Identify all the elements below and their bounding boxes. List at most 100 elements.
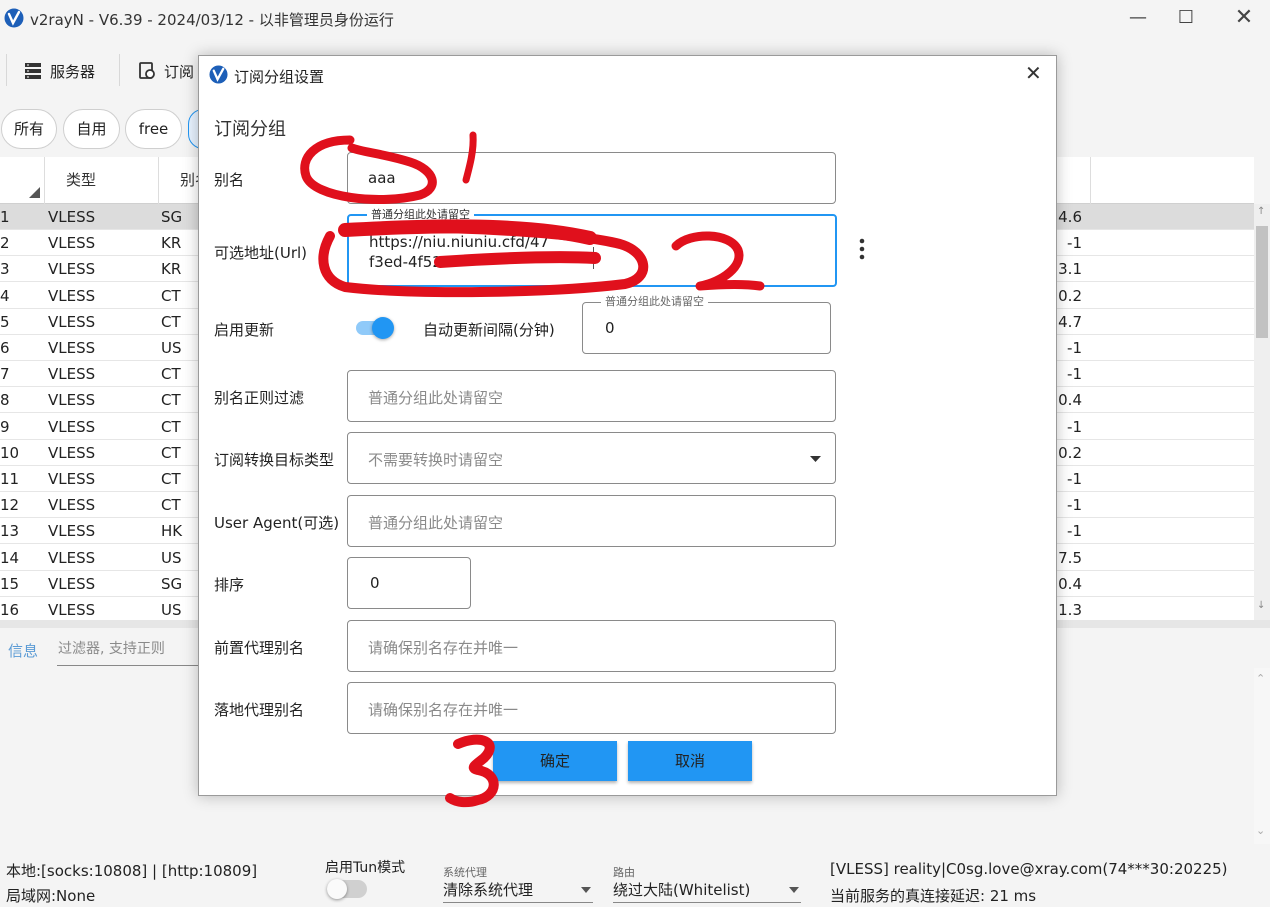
next-proxy-placeholder: 请确保别名存在并唯一 — [368, 701, 519, 719]
row-alias: CT — [161, 470, 181, 488]
row-index: 5 — [0, 312, 10, 331]
chevron-down-icon — [810, 456, 821, 462]
log-scroll-down-icon[interactable]: ⌄ — [1256, 824, 1265, 837]
scroll-up-icon[interactable]: ↑ — [1257, 206, 1265, 217]
row-delay: 0.2 — [1058, 443, 1082, 462]
header-divider — [1090, 157, 1091, 204]
auto-update-toggle[interactable] — [356, 317, 394, 339]
row-alias: CT — [161, 391, 181, 410]
ok-button[interactable]: 确定 — [493, 741, 617, 781]
dialog-close-icon[interactable]: ✕ — [1025, 61, 1042, 85]
info-tab[interactable]: 信息 — [8, 640, 38, 661]
local-ports-text: 本地:[socks:10808] | [http:10809] — [6, 862, 258, 880]
system-proxy-select[interactable]: 清除系统代理 — [443, 877, 593, 903]
row-alias: SG — [161, 208, 183, 226]
row-index: 16 — [0, 601, 20, 619]
row-type: VLESS — [48, 312, 96, 331]
cancel-button[interactable]: 取消 — [628, 741, 752, 781]
row-delay: -1 — [1067, 417, 1082, 436]
row-type: VLESS — [48, 417, 96, 436]
status-bar: 本地:[socks:10808] | [http:10809] 局域网:None… — [0, 850, 1270, 907]
auto-update-label: 启用更新 — [214, 321, 275, 339]
row-index: 4 — [0, 286, 10, 305]
header-type[interactable]: 类型 — [66, 157, 96, 203]
row-alias: HK — [161, 522, 183, 541]
next-proxy-label: 落地代理别名 — [214, 701, 305, 719]
row-alias: SG — [161, 574, 183, 593]
header-divider — [44, 157, 45, 204]
next-proxy-input[interactable]: 请确保别名存在并唯一 — [347, 682, 836, 734]
prev-proxy-placeholder: 请确保别名存在并唯一 — [368, 639, 519, 657]
row-index: 6 — [0, 339, 10, 357]
row-type: VLESS — [48, 601, 96, 619]
window-title: v2rayN - V6.39 - 2024/03/12 - 以非管理员身份运行 — [30, 11, 394, 29]
row-type: VLESS — [48, 574, 96, 593]
system-proxy-value: 清除系统代理 — [443, 881, 534, 899]
row-type: VLESS — [48, 548, 96, 567]
chevron-down-icon — [789, 887, 799, 893]
row-type: VLESS — [48, 470, 96, 488]
row-alias: US — [161, 339, 182, 357]
servers-label: 服务器 — [50, 62, 96, 81]
row-index: 11 — [0, 470, 20, 488]
user-agent-input[interactable]: 普通分组此处请留空 — [347, 495, 836, 547]
sort-label: 排序 — [214, 576, 245, 594]
row-type: VLESS — [48, 208, 96, 226]
interval-value: 0 — [605, 319, 615, 337]
log-scroll-up-icon[interactable]: ⌃ — [1256, 672, 1265, 685]
maximize-icon[interactable]: ☐ — [1166, 6, 1206, 32]
toggle-knob — [372, 317, 394, 339]
interval-legend: 普通分组此处请留空 — [601, 295, 708, 309]
interval-input[interactable]: 普通分组此处请留空 0 — [582, 295, 831, 354]
sort-input[interactable]: 0 — [347, 557, 471, 609]
row-alias: US — [161, 548, 182, 567]
row-type: VLESS — [48, 260, 96, 279]
url-textarea[interactable]: 普通分组此处请留空 https://niu.niuniu.cfd/47 f3ed… — [347, 208, 837, 287]
row-index: 10 — [0, 443, 20, 462]
table-scrollbar-thumb[interactable] — [1256, 226, 1268, 338]
routing-select[interactable]: 绕过大陆(Whitelist) — [613, 877, 801, 903]
row-alias: US — [161, 601, 182, 619]
convert-target-placeholder: 不需要转换时请留空 — [368, 451, 504, 469]
row-delay: -1 — [1067, 522, 1082, 541]
close-icon[interactable]: ✕ — [1224, 6, 1264, 32]
current-server-text: [VLESS] reality|C0sg.love@xray.com(74***… — [830, 860, 1228, 878]
routing-value: 绕过大陆(Whitelist) — [613, 881, 751, 899]
row-delay: -1 — [1067, 339, 1082, 357]
log-filter-input[interactable]: 过滤器, 支持正则 — [57, 632, 217, 666]
subscription-group-dialog: 订阅分组设置 ✕ 订阅分组 别名 aaa 可选地址(Url) 普通分组此处请留空… — [198, 55, 1057, 796]
url-legend: 普通分组此处请留空 — [367, 208, 474, 222]
row-type: VLESS — [48, 391, 96, 410]
row-delay: 7.5 — [1058, 548, 1082, 567]
group-chip-free[interactable]: free — [125, 109, 182, 149]
row-index: 3 — [0, 260, 10, 279]
row-type: VLESS — [48, 286, 96, 305]
row-alias: KR — [161, 234, 182, 253]
convert-target-label: 订阅转换目标类型 — [214, 451, 335, 469]
row-index: 15 — [0, 574, 20, 593]
subscription-button[interactable]: 订阅 — [138, 58, 194, 84]
group-chip-all[interactable]: 所有 — [1, 109, 57, 149]
tun-mode-toggle[interactable] — [327, 879, 367, 899]
scroll-down-icon[interactable]: ↓ — [1257, 600, 1265, 611]
minimize-icon[interactable]: — — [1118, 6, 1158, 32]
alias-filter-placeholder: 普通分组此处请留空 — [368, 389, 504, 407]
v2rayn-logo-icon — [4, 8, 24, 28]
row-delay: -1 — [1067, 496, 1082, 515]
latency-text: 当前服务的真连接延迟: 21 ms — [830, 887, 1037, 905]
log-scrollbar[interactable] — [1254, 668, 1270, 844]
dialog-title: 订阅分组设置 — [234, 68, 325, 86]
row-index: 7 — [0, 365, 10, 384]
row-index: 9 — [0, 417, 10, 436]
servers-button[interactable]: 服务器 — [24, 58, 95, 84]
alias-input[interactable]: aaa — [347, 152, 836, 204]
prev-proxy-input[interactable]: 请确保别名存在并唯一 — [347, 620, 836, 672]
row-alias: KR — [161, 260, 182, 279]
row-type: VLESS — [48, 365, 96, 384]
alias-filter-input[interactable]: 普通分组此处请留空 — [347, 370, 836, 422]
convert-target-select[interactable]: 不需要转换时请留空 — [347, 432, 836, 484]
row-delay: 3.1 — [1058, 260, 1082, 279]
user-agent-placeholder: 普通分组此处请留空 — [368, 514, 504, 532]
group-chip-self[interactable]: 自用 — [63, 109, 120, 149]
more-vertical-icon[interactable] — [859, 238, 865, 260]
